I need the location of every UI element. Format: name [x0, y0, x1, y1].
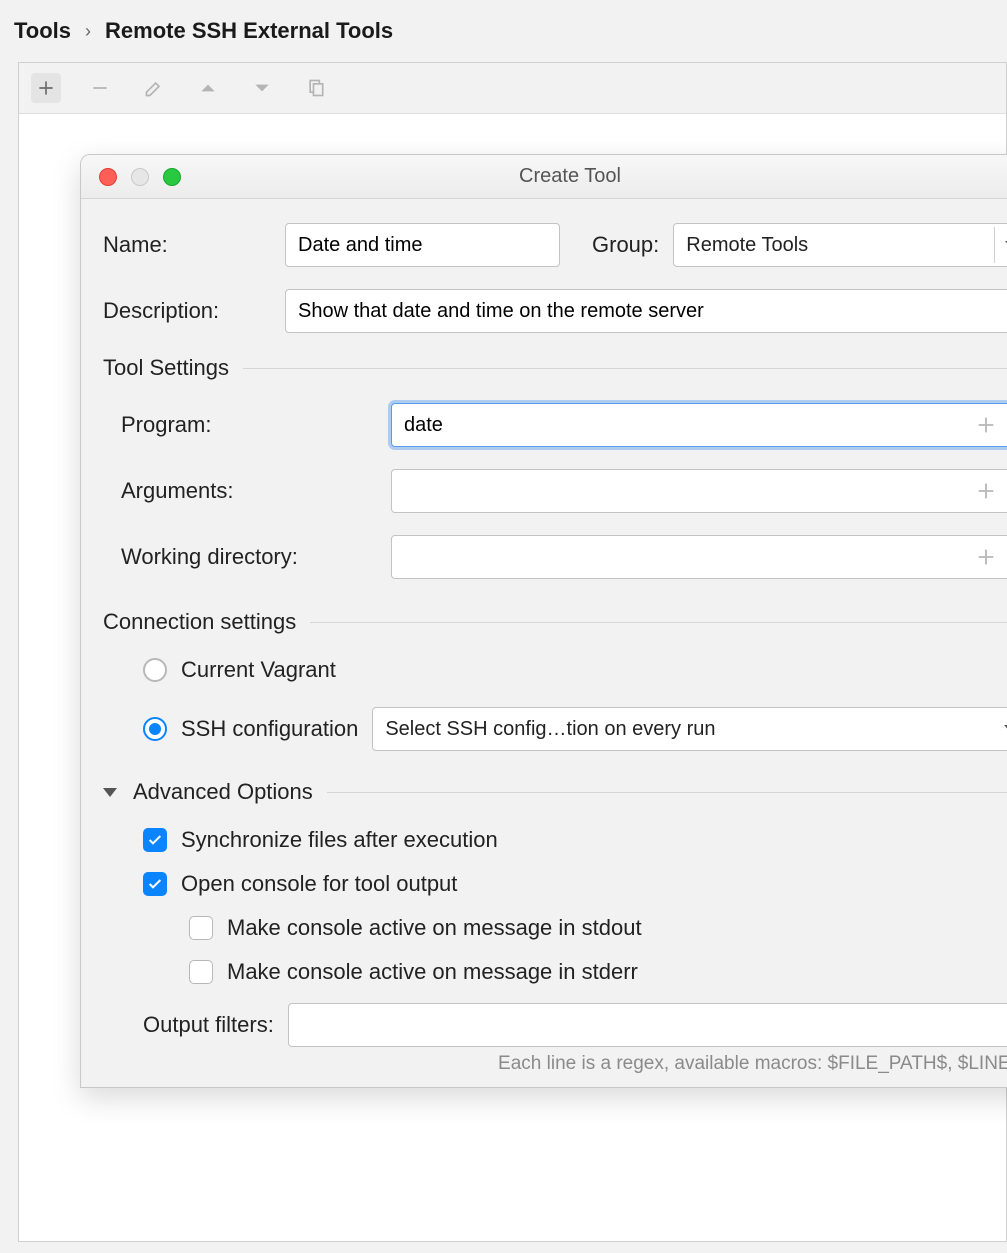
edit-button[interactable]: [139, 73, 169, 103]
description-input[interactable]: [285, 289, 1007, 333]
group-select[interactable]: Remote Tools: [673, 223, 1007, 267]
name-label: Name:: [103, 232, 271, 258]
insert-macro-icon[interactable]: [975, 414, 997, 436]
radio-current-vagrant-label: Current Vagrant: [181, 657, 336, 683]
dialog-titlebar[interactable]: Create Tool: [81, 155, 1007, 199]
move-down-button[interactable]: [247, 73, 277, 103]
ssh-configuration-value: Select SSH config…tion on every run: [385, 718, 715, 741]
add-button[interactable]: [31, 73, 61, 103]
group-label: Group:: [592, 232, 659, 258]
checkbox-active-stderr-label: Make console active on message in stderr: [227, 959, 638, 985]
group-select-value: Remote Tools: [686, 234, 808, 257]
chevron-down-icon: [103, 788, 117, 797]
working-directory-label: Working directory:: [121, 544, 377, 570]
tools-toolbar: [19, 63, 1006, 114]
checkbox-open-console[interactable]: [143, 872, 167, 896]
program-label: Program:: [121, 412, 377, 438]
zoom-icon[interactable]: [163, 168, 181, 186]
radio-current-vagrant[interactable]: [143, 658, 167, 682]
checkbox-active-stderr[interactable]: [189, 960, 213, 984]
insert-macro-icon[interactable]: [975, 480, 997, 502]
chevron-right-icon: ›: [85, 21, 91, 42]
radio-ssh-configuration[interactable]: [143, 717, 167, 741]
advanced-options-label: Advanced Options: [133, 779, 313, 805]
breadcrumb-current: Remote SSH External Tools: [105, 18, 393, 44]
output-filters-input[interactable]: [288, 1003, 1007, 1047]
section-tool-settings: Tool Settings: [103, 355, 1007, 381]
radio-ssh-configuration-label: SSH configuration: [181, 716, 358, 742]
checkbox-active-stdout-label: Make console active on message in stdout: [227, 915, 642, 941]
remove-button[interactable]: [85, 73, 115, 103]
minimize-icon: [131, 168, 149, 186]
create-tool-dialog: Create Tool Name: Group: Remote Tools De…: [80, 154, 1007, 1088]
dialog-title: Create Tool: [201, 165, 939, 188]
section-connection-settings: Connection settings: [103, 609, 1007, 635]
program-input[interactable]: [391, 403, 1007, 447]
output-filters-hint: Each line is a regex, available macros: …: [103, 1053, 1007, 1075]
tool-settings-label: Tool Settings: [103, 355, 229, 381]
breadcrumb: Tools › Remote SSH External Tools: [0, 0, 1007, 54]
checkbox-active-stdout[interactable]: [189, 916, 213, 940]
checkbox-sync-files[interactable]: [143, 828, 167, 852]
connection-settings-label: Connection settings: [103, 609, 296, 635]
working-directory-input[interactable]: [391, 535, 1007, 579]
close-icon[interactable]: [99, 168, 117, 186]
checkbox-open-console-label: Open console for tool output: [181, 871, 457, 897]
breadcrumb-root[interactable]: Tools: [14, 18, 71, 44]
arguments-input[interactable]: [391, 469, 1007, 513]
move-up-button[interactable]: [193, 73, 223, 103]
output-filters-label: Output filters:: [143, 1012, 274, 1038]
ssh-configuration-select[interactable]: Select SSH config…tion on every run: [372, 707, 1007, 751]
copy-button[interactable]: [301, 73, 331, 103]
checkbox-sync-files-label: Synchronize files after execution: [181, 827, 498, 853]
section-advanced-options[interactable]: Advanced Options: [103, 779, 1007, 805]
arguments-label: Arguments:: [121, 478, 377, 504]
description-label: Description:: [103, 298, 271, 324]
name-input[interactable]: [285, 223, 560, 267]
insert-macro-icon[interactable]: [975, 546, 997, 568]
